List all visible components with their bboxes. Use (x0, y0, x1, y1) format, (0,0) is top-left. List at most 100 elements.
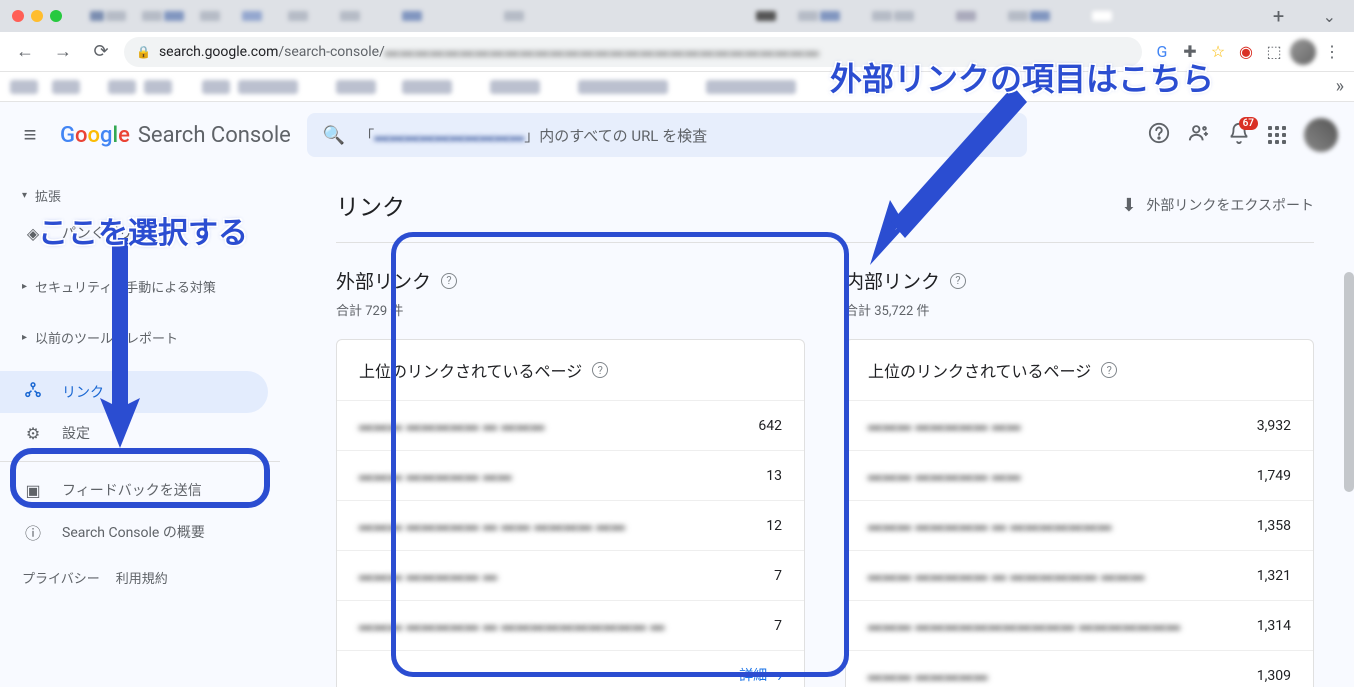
feedback-icon: ▣ (22, 481, 44, 500)
row-value: 1,309 (1257, 668, 1291, 684)
back-button[interactable]: ← (10, 37, 40, 67)
bookmark-item[interactable] (108, 80, 136, 94)
browser-tab[interactable] (1030, 11, 1050, 21)
reload-button[interactable]: ⟳ (86, 37, 116, 67)
extension-star-icon[interactable]: ☆ (1206, 40, 1230, 64)
browser-tab[interactable] (106, 11, 126, 21)
new-tab-button[interactable]: + (1267, 4, 1291, 28)
sidebar-section-enhancements[interactable]: ▾拡張 (0, 178, 280, 213)
panel-title: 上位のリンクされているページ (868, 358, 1091, 382)
row-label: ▬▬▬ ▬▬▬▬▬ ▬ ▬▬ ▬▬▬▬ ▬▬ (359, 517, 625, 534)
scrollbar[interactable] (1344, 272, 1354, 492)
browser-tab[interactable] (242, 11, 262, 21)
bookmark-item[interactable] (52, 80, 80, 94)
browser-tab[interactable] (872, 11, 892, 21)
bookmark-item[interactable] (202, 80, 230, 94)
sidebar-item-links[interactable]: リンク (0, 371, 268, 413)
table-row[interactable]: ▬▬▬ ▬▬▬▬▬ ▬ ▬▬ ▬▬▬▬ ▬▬12 (337, 500, 804, 550)
table-row[interactable]: ▬▬▬ ▬▬▬▬▬ ▬ ▬▬▬▬▬▬▬▬▬▬ ▬7 (337, 600, 804, 650)
minimize-window[interactable] (31, 10, 43, 22)
table-row[interactable]: ▬▬▬ ▬▬▬▬▬ ▬7 (337, 550, 804, 600)
close-window[interactable] (12, 10, 24, 22)
browser-tab[interactable] (340, 11, 360, 21)
more-link[interactable]: 詳細 › (337, 650, 804, 687)
table-row[interactable]: ▬▬▬ ▬▬▬▬▬ ▬ ▬▬▬642 (337, 400, 804, 450)
profile-avatar[interactable] (1290, 39, 1316, 65)
help-icon[interactable] (1148, 122, 1170, 149)
url-redacted: ▬▬▬▬▬▬▬▬▬▬▬▬▬▬▬▬▬▬▬▬▬▬▬▬▬▬▬▬▬ (385, 43, 820, 60)
tabs-dropdown[interactable]: ⌄ (1323, 7, 1336, 26)
terms-link[interactable]: 利用規約 (116, 568, 168, 587)
google-apps-icon[interactable]: G (1150, 40, 1174, 64)
sidebar-item-about[interactable]: ⓘSearch Console の概要 (0, 510, 268, 554)
sidebar-item-settings[interactable]: ⚙設定 (0, 413, 268, 453)
browser-tab[interactable] (956, 11, 976, 21)
bookmark-item[interactable] (490, 80, 540, 94)
table-row[interactable]: ▬▬▬ ▬▬▬▬▬ ▬▬1,749 (846, 450, 1313, 500)
table-row[interactable]: ▬▬▬ ▬▬▬▬▬ ▬▬3,932 (846, 400, 1313, 450)
help-icon[interactable]: ? (592, 362, 608, 378)
apps-grid-icon[interactable] (1268, 126, 1286, 144)
bookmark-item[interactable] (238, 80, 298, 94)
extension-icon[interactable]: ✚ (1178, 40, 1202, 64)
table-row[interactable]: ▬▬▬ ▬▬▬▬▬▬▬▬▬▬▬ ▬▬▬▬▬▬▬1,314 (846, 600, 1313, 650)
row-label: ▬▬▬ ▬▬▬▬▬ ▬▬ (868, 417, 1021, 434)
browser-tab[interactable] (1092, 11, 1112, 21)
browser-tab[interactable] (504, 11, 524, 21)
bookmark-item[interactable] (402, 80, 452, 94)
help-icon[interactable]: ? (1101, 362, 1117, 378)
product-logo[interactable]: Google Search Console (60, 123, 291, 148)
bookmark-item[interactable] (144, 80, 172, 94)
download-icon: ⬇ (1121, 195, 1136, 216)
browser-tab[interactable] (1008, 11, 1028, 21)
row-value: 1,358 (1257, 518, 1291, 534)
browser-tab[interactable] (798, 11, 818, 21)
table-row[interactable]: ▬▬▬ ▬▬▬▬▬ ▬ ▬▬▬▬▬▬ ▬▬▬1,321 (846, 550, 1313, 600)
notifications-icon[interactable]: 67 (1228, 122, 1250, 149)
browser-tab[interactable] (402, 11, 422, 21)
menu-toggle[interactable]: ≡ (16, 122, 44, 148)
browser-tab[interactable] (164, 11, 184, 21)
product-name: Search Console (138, 123, 291, 148)
gear-icon: ⚙ (22, 424, 44, 443)
row-value: 642 (758, 418, 782, 434)
table-row[interactable]: ▬▬▬ ▬▬▬▬▬ ▬▬13 (337, 450, 804, 500)
browser-tab[interactable] (894, 11, 914, 21)
browser-tab[interactable] (820, 11, 840, 21)
privacy-link[interactable]: プライバシー (22, 568, 100, 587)
url-inspection-search[interactable]: 🔍 「▬▬▬▬▬▬▬▬▬▬」内のすべての URL を検査 (307, 113, 1027, 157)
table-row[interactable]: ▬▬▬ ▬▬▬▬▬1,309 (846, 650, 1313, 687)
browser-tab[interactable] (90, 11, 104, 21)
browser-tab[interactable] (200, 11, 220, 21)
chevron-right-icon: ▸ (22, 281, 27, 292)
sidebar-section-security[interactable]: ▸セキュリティと手動による対策 (0, 269, 280, 304)
page-title: リンク (336, 188, 405, 222)
browser-menu-icon[interactable]: ⋮ (1320, 40, 1344, 64)
forward-button[interactable]: → (48, 37, 78, 67)
table-row[interactable]: ▬▬▬ ▬▬▬▬▬ ▬ ▬▬▬▬▬▬▬1,358 (846, 500, 1313, 550)
export-button[interactable]: ⬇ 外部リンクをエクスポート (1121, 195, 1314, 216)
main-content: リンク ⬇ 外部リンクをエクスポート 外部リンク ? 合計 729 件 上位のリ… (280, 168, 1354, 687)
sidebar-item-feedback[interactable]: ▣フィードバックを送信 (0, 470, 268, 510)
account-avatar[interactable] (1304, 118, 1338, 152)
help-icon[interactable]: ? (441, 273, 457, 289)
row-label: ▬▬▬ ▬▬▬▬▬▬▬▬▬▬▬ ▬▬▬▬▬▬▬ (868, 617, 1180, 634)
row-value: 7 (774, 618, 782, 634)
maximize-window[interactable] (50, 10, 62, 22)
address-bar[interactable]: 🔒 search.google.com/search-console/▬▬▬▬▬… (124, 37, 1142, 67)
extension-icon[interactable]: ⬚ (1262, 40, 1286, 64)
sidebar-section-legacy[interactable]: ▸以前のツールとレポート (0, 320, 280, 355)
bookmark-item[interactable] (336, 80, 376, 94)
sidebar-item-breadcrumbs[interactable]: ◈パンくずリスト (0, 213, 268, 253)
extension-icon[interactable]: ◉ (1234, 40, 1258, 64)
people-icon[interactable] (1188, 122, 1210, 149)
bookmark-item[interactable] (10, 80, 38, 94)
browser-tab[interactable] (288, 11, 308, 21)
row-label: ▬▬▬ ▬▬▬▬▬ ▬ (359, 567, 497, 584)
bookmark-item[interactable] (706, 80, 796, 94)
bookmarks-overflow[interactable]: » (1336, 76, 1344, 97)
help-icon[interactable]: ? (950, 273, 966, 289)
browser-tab[interactable] (142, 11, 162, 21)
bookmark-item[interactable] (578, 80, 668, 94)
browser-tab[interactable] (756, 11, 776, 21)
